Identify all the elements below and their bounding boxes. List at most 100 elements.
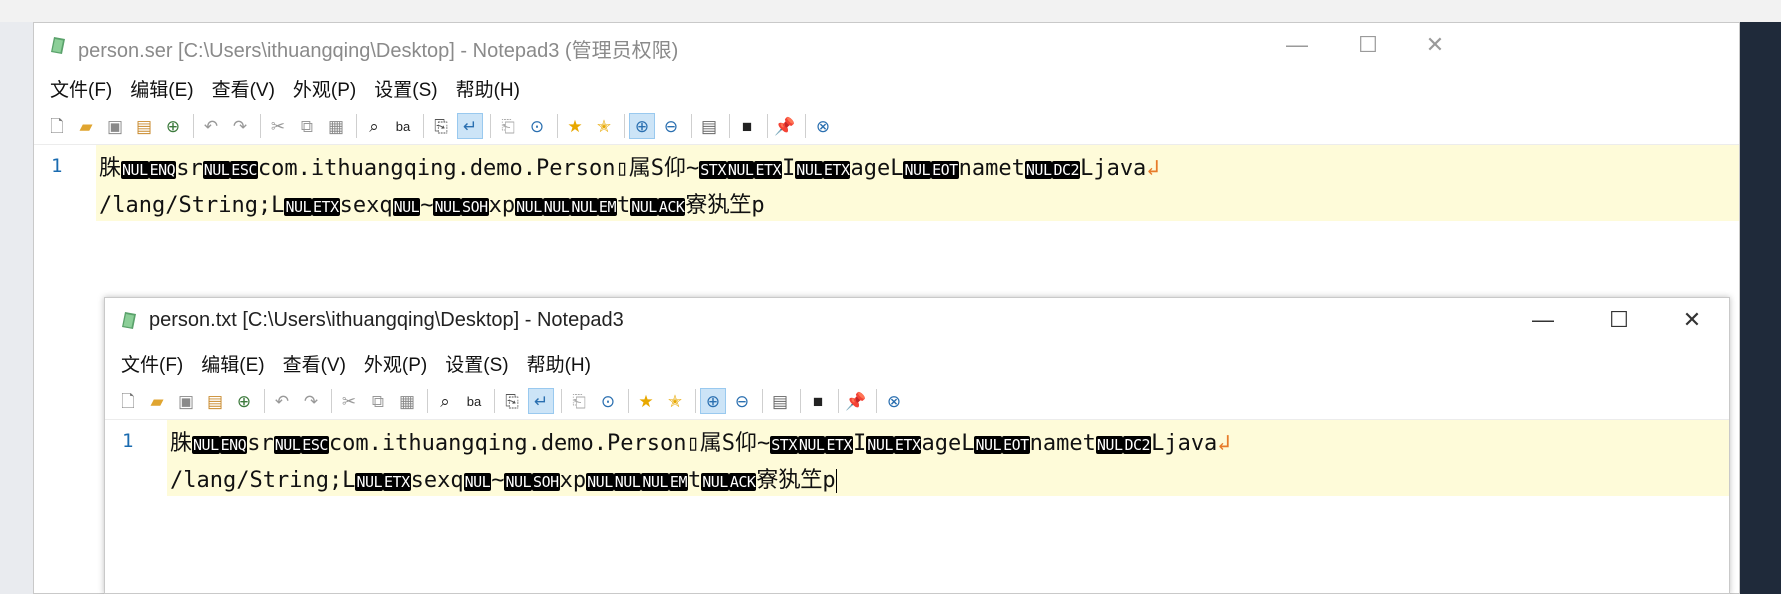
add-favorite-icon[interactable]: ✭	[591, 113, 617, 139]
copy-all-icon[interactable]: ⎗	[495, 113, 521, 139]
find-icon[interactable]: ⌕	[432, 388, 458, 414]
settings-icon[interactable]: ▤	[767, 388, 793, 414]
save-icon[interactable]: ▣	[102, 113, 128, 139]
control-char-badge: NUL	[542, 198, 571, 216]
control-char-badge: ETX	[754, 161, 783, 179]
text-run: /lang/String;L	[99, 193, 285, 218]
maximize-button[interactable]: ☐	[1594, 304, 1644, 336]
menu-settings[interactable]: 设置(S)	[374, 75, 437, 102]
text-run: ~	[420, 193, 434, 218]
text-run: ageL	[850, 156, 904, 181]
toolbar-separator	[356, 114, 357, 138]
control-char-badge: ETX	[825, 436, 854, 454]
text-run: com.ithuangqing.demo.Person	[328, 431, 687, 456]
exit-icon[interactable]: ⊗	[810, 113, 836, 139]
new-file-icon[interactable]: 🗋	[115, 388, 141, 414]
goto-icon[interactable]: ⎘	[499, 388, 525, 414]
menu-edit[interactable]: 编辑(E)	[130, 75, 193, 102]
pin-icon[interactable]: 📌	[843, 388, 869, 414]
menu-appearance[interactable]: 外观(P)	[293, 75, 356, 102]
menu-appearance[interactable]: 外观(P)	[364, 350, 427, 377]
copy-icon[interactable]: ⧉	[294, 113, 320, 139]
menu-help[interactable]: 帮助(H)	[527, 350, 591, 377]
copy-all-icon[interactable]: ⎗	[566, 388, 592, 414]
save-icon[interactable]: ▣	[173, 388, 199, 414]
text-content[interactable]: 䏭NUL ENQsrNUL ESCcom.ithuangqing.demo.Pers…	[167, 420, 1729, 496]
maximize-button[interactable]: ☐	[1343, 29, 1393, 61]
control-char-badge: NUL	[570, 198, 598, 216]
notepad-window-person-txt[interactable]: person.txt [C:\Users\ithuangqing\Desktop…	[104, 297, 1730, 594]
browse-icon[interactable]: ⊕	[160, 113, 186, 139]
control-char-badge: NUL	[1024, 161, 1053, 179]
notepad3-app-icon	[122, 312, 136, 329]
toolbar-separator	[624, 114, 625, 138]
replace-icon[interactable]: ba	[461, 388, 487, 414]
console-icon[interactable]: ■	[734, 113, 760, 139]
control-char-badge: STX	[770, 436, 798, 454]
control-char-badge: ENQ	[148, 161, 177, 179]
menu-help[interactable]: 帮助(H)	[456, 75, 520, 102]
add-favorite-icon[interactable]: ✭	[662, 388, 688, 414]
pin-icon[interactable]: 📌	[772, 113, 798, 139]
menu-view[interactable]: 查看(V)	[212, 75, 275, 102]
text-run: xp	[559, 468, 587, 493]
exit-icon[interactable]: ⊗	[881, 388, 907, 414]
control-char-badge: NUL	[1095, 436, 1124, 454]
toolbar-separator	[331, 389, 332, 413]
menu-view[interactable]: 查看(V)	[283, 350, 346, 377]
zoom-out-icon[interactable]: ⊖	[658, 113, 684, 139]
redo-icon[interactable]: ↷	[298, 388, 324, 414]
control-char-badge: SOH	[532, 473, 560, 491]
goto-icon[interactable]: ⎘	[428, 113, 454, 139]
title-bar[interactable]: person.ser [C:\Users\ithuangqing\Desktop…	[34, 23, 1739, 68]
control-char-badge: NUL	[630, 198, 658, 216]
save-as-icon[interactable]: ▤	[131, 113, 157, 139]
text-run: xp	[488, 193, 516, 218]
menu-settings[interactable]: 设置(S)	[445, 350, 508, 377]
word-wrap-icon[interactable]: ↵	[528, 388, 554, 414]
control-char-badge: NUL	[504, 473, 533, 491]
text-content[interactable]: 䏭NUL ENQsrNUL ESCcom.ithuangqing.demo.Pers…	[96, 145, 1739, 221]
zoom-in-icon[interactable]: ⊕	[629, 113, 655, 139]
settings-icon[interactable]: ▤	[696, 113, 722, 139]
line-number: 1	[51, 155, 63, 177]
word-wrap-icon[interactable]: ↵	[457, 113, 483, 139]
editor-area[interactable]: 1 䏭NUL ENQsrNUL ESCcom.ithuangqing.demo.Pe…	[105, 420, 1729, 590]
title-bar[interactable]: person.txt [C:\Users\ithuangqing\Desktop…	[105, 298, 1729, 343]
favorites-icon[interactable]: ★	[633, 388, 659, 414]
open-folder-icon[interactable]: ▰	[73, 113, 99, 139]
redo-icon[interactable]: ↷	[227, 113, 253, 139]
minimize-button[interactable]: —	[1518, 304, 1568, 336]
find-next-icon[interactable]: ⊙	[524, 113, 550, 139]
minimize-button[interactable]: —	[1272, 29, 1322, 61]
text-run: 䏭	[99, 156, 122, 181]
menu-edit[interactable]: 编辑(E)	[201, 350, 264, 377]
control-char-badge: ESC	[301, 436, 329, 454]
paste-icon[interactable]: ▦	[394, 388, 420, 414]
copy-icon[interactable]: ⧉	[365, 388, 391, 414]
new-file-icon[interactable]: 🗋	[44, 113, 70, 139]
replace-icon[interactable]: ba	[390, 113, 416, 139]
browse-icon[interactable]: ⊕	[231, 388, 257, 414]
close-button[interactable]: ✕	[1410, 29, 1460, 61]
console-icon[interactable]: ■	[805, 388, 831, 414]
undo-icon[interactable]: ↶	[269, 388, 295, 414]
open-folder-icon[interactable]: ▰	[144, 388, 170, 414]
save-as-icon[interactable]: ▤	[202, 388, 228, 414]
paste-icon[interactable]: ▦	[323, 113, 349, 139]
menu-bar: 文件(F) 编辑(E) 查看(V) 外观(P) 设置(S) 帮助(H)	[34, 68, 1739, 108]
zoom-in-icon[interactable]: ⊕	[700, 388, 726, 414]
menu-file[interactable]: 文件(F)	[50, 75, 112, 102]
zoom-out-icon[interactable]: ⊖	[729, 388, 755, 414]
find-next-icon[interactable]: ⊙	[595, 388, 621, 414]
control-char-badge: EOT	[931, 161, 959, 179]
cut-icon[interactable]: ✂	[336, 388, 362, 414]
close-button[interactable]: ✕	[1667, 304, 1717, 336]
favorites-icon[interactable]: ★	[562, 113, 588, 139]
toolbar-separator	[695, 389, 696, 413]
find-icon[interactable]: ⌕	[361, 113, 387, 139]
control-char-badge: ESC	[230, 161, 258, 179]
undo-icon[interactable]: ↶	[198, 113, 224, 139]
menu-file[interactable]: 文件(F)	[121, 350, 183, 377]
cut-icon[interactable]: ✂	[265, 113, 291, 139]
